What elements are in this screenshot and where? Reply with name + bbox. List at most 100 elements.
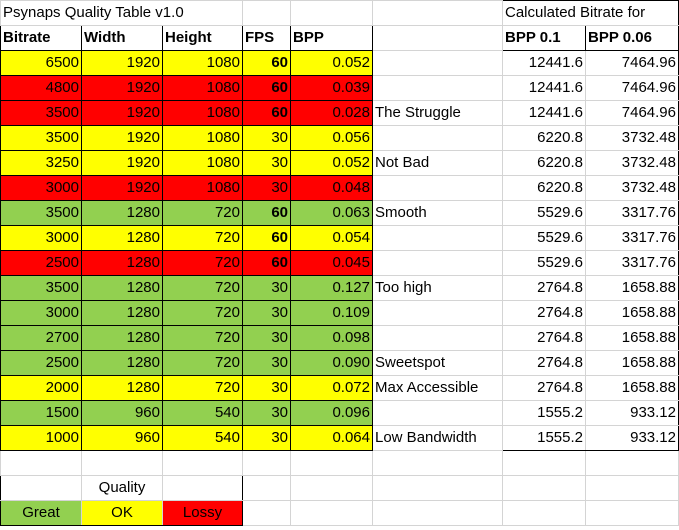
row-note[interactable]: Smooth <box>372 200 503 226</box>
data-cell[interactable]: 3000 <box>0 175 82 201</box>
cell[interactable] <box>502 475 586 501</box>
data-cell[interactable]: 30 <box>242 300 291 326</box>
calc-bpp-0.1[interactable]: 6220.8 <box>502 175 586 201</box>
row-note[interactable] <box>372 400 503 426</box>
calc-bpp-0.1[interactable]: 12441.6 <box>502 100 586 126</box>
row-note[interactable] <box>372 175 503 201</box>
data-cell[interactable]: 540 <box>162 425 243 451</box>
calc-bpp-0.06[interactable]: 3317.76 <box>585 250 679 276</box>
data-cell[interactable]: 3250 <box>0 150 82 176</box>
cell[interactable] <box>290 500 373 526</box>
cell[interactable] <box>242 0 291 26</box>
calc-bpp-0.06[interactable]: 7464.96 <box>585 50 679 76</box>
calc-bpp-0.1[interactable]: 2764.8 <box>502 375 586 401</box>
cell[interactable] <box>502 450 586 476</box>
data-cell[interactable]: 0.098 <box>290 325 373 351</box>
cell[interactable] <box>585 500 679 526</box>
data-cell[interactable]: 1920 <box>81 75 163 101</box>
data-cell[interactable]: 0.090 <box>290 350 373 376</box>
calc-bpp-0.06[interactable]: 1658.88 <box>585 300 679 326</box>
data-cell[interactable]: 4800 <box>0 75 82 101</box>
cell[interactable] <box>0 450 82 476</box>
data-cell[interactable]: 0.072 <box>290 375 373 401</box>
data-cell[interactable]: 0.064 <box>290 425 373 451</box>
data-cell[interactable]: 1920 <box>81 50 163 76</box>
calc-bpp-0.06[interactable]: 7464.96 <box>585 75 679 101</box>
calc-bpp-0.06[interactable]: 3732.48 <box>585 150 679 176</box>
data-cell[interactable]: 3500 <box>0 100 82 126</box>
data-cell[interactable]: 2000 <box>0 375 82 401</box>
cell[interactable] <box>585 450 679 476</box>
calc-bpp-0.06[interactable]: 3732.48 <box>585 175 679 201</box>
calc-bpp-0.06[interactable]: 933.12 <box>585 400 679 426</box>
data-cell[interactable]: 3000 <box>0 225 82 251</box>
data-cell[interactable]: 1080 <box>162 50 243 76</box>
data-cell[interactable]: 0.056 <box>290 125 373 151</box>
calc-bpp-0.1[interactable]: 1555.2 <box>502 425 586 451</box>
calc-bpp-0.1[interactable]: 5529.6 <box>502 225 586 251</box>
calc-bpp-0.1[interactable]: 2764.8 <box>502 350 586 376</box>
data-cell[interactable]: 6500 <box>0 50 82 76</box>
data-cell[interactable]: 1920 <box>81 100 163 126</box>
cell[interactable] <box>372 475 503 501</box>
data-cell[interactable]: 1080 <box>162 100 243 126</box>
data-cell[interactable]: 1500 <box>0 400 82 426</box>
data-cell[interactable]: 1280 <box>81 275 163 301</box>
calc-header[interactable]: BPP 0.1 <box>502 25 586 51</box>
cell[interactable] <box>502 500 586 526</box>
calc-bpp-0.1[interactable]: 12441.6 <box>502 50 586 76</box>
data-cell[interactable]: 1000 <box>0 425 82 451</box>
column-header-bitrate[interactable]: Bitrate <box>0 25 82 51</box>
calc-bpp-0.1[interactable]: 6220.8 <box>502 150 586 176</box>
data-cell[interactable]: 60 <box>242 250 291 276</box>
row-note[interactable] <box>372 225 503 251</box>
data-cell[interactable]: 0.127 <box>290 275 373 301</box>
row-note[interactable] <box>372 325 503 351</box>
data-cell[interactable]: 720 <box>162 300 243 326</box>
data-cell[interactable]: 30 <box>242 375 291 401</box>
calc-bpp-0.06[interactable]: 3732.48 <box>585 125 679 151</box>
calc-bpp-0.06[interactable]: 1658.88 <box>585 350 679 376</box>
column-header-bpp[interactable]: BPP <box>290 25 373 51</box>
data-cell[interactable]: 540 <box>162 400 243 426</box>
data-cell[interactable]: 30 <box>242 125 291 151</box>
data-cell[interactable]: 0.028 <box>290 100 373 126</box>
data-cell[interactable]: 0.045 <box>290 250 373 276</box>
calc-bpp-0.1[interactable]: 2764.8 <box>502 275 586 301</box>
data-cell[interactable]: 60 <box>242 100 291 126</box>
data-cell[interactable]: 60 <box>242 75 291 101</box>
data-cell[interactable]: 0.054 <box>290 225 373 251</box>
data-cell[interactable]: 960 <box>81 425 163 451</box>
data-cell[interactable]: 30 <box>242 350 291 376</box>
calc-bpp-0.1[interactable]: 12441.6 <box>502 75 586 101</box>
cell[interactable] <box>290 450 373 476</box>
cell[interactable] <box>242 475 291 501</box>
data-cell[interactable]: 960 <box>81 400 163 426</box>
data-cell[interactable]: 30 <box>242 325 291 351</box>
data-cell[interactable]: 1080 <box>162 75 243 101</box>
data-cell[interactable]: 30 <box>242 425 291 451</box>
cell[interactable] <box>290 475 373 501</box>
cell[interactable] <box>81 450 163 476</box>
row-note[interactable] <box>372 300 503 326</box>
row-note[interactable]: Max Accessible <box>372 375 503 401</box>
cell[interactable] <box>290 0 373 26</box>
data-cell[interactable]: 30 <box>242 400 291 426</box>
calc-bpp-0.1[interactable]: 5529.6 <box>502 250 586 276</box>
row-note[interactable] <box>372 125 503 151</box>
row-note[interactable]: Not Bad <box>372 150 503 176</box>
sheet-title[interactable]: Psynaps Quality Table v1.0 <box>0 0 243 26</box>
data-cell[interactable]: 1080 <box>162 175 243 201</box>
data-cell[interactable]: 1280 <box>81 325 163 351</box>
data-cell[interactable]: 720 <box>162 250 243 276</box>
column-header-width[interactable]: Width <box>81 25 163 51</box>
data-cell[interactable]: 1920 <box>81 125 163 151</box>
column-header-fps[interactable]: FPS <box>242 25 291 51</box>
data-cell[interactable]: 30 <box>242 150 291 176</box>
row-note[interactable]: Sweetspot <box>372 350 503 376</box>
data-cell[interactable]: 0.048 <box>290 175 373 201</box>
calc-bpp-0.1[interactable]: 5529.6 <box>502 200 586 226</box>
data-cell[interactable]: 1280 <box>81 250 163 276</box>
calc-bpp-0.06[interactable]: 3317.76 <box>585 225 679 251</box>
data-cell[interactable]: 0.109 <box>290 300 373 326</box>
